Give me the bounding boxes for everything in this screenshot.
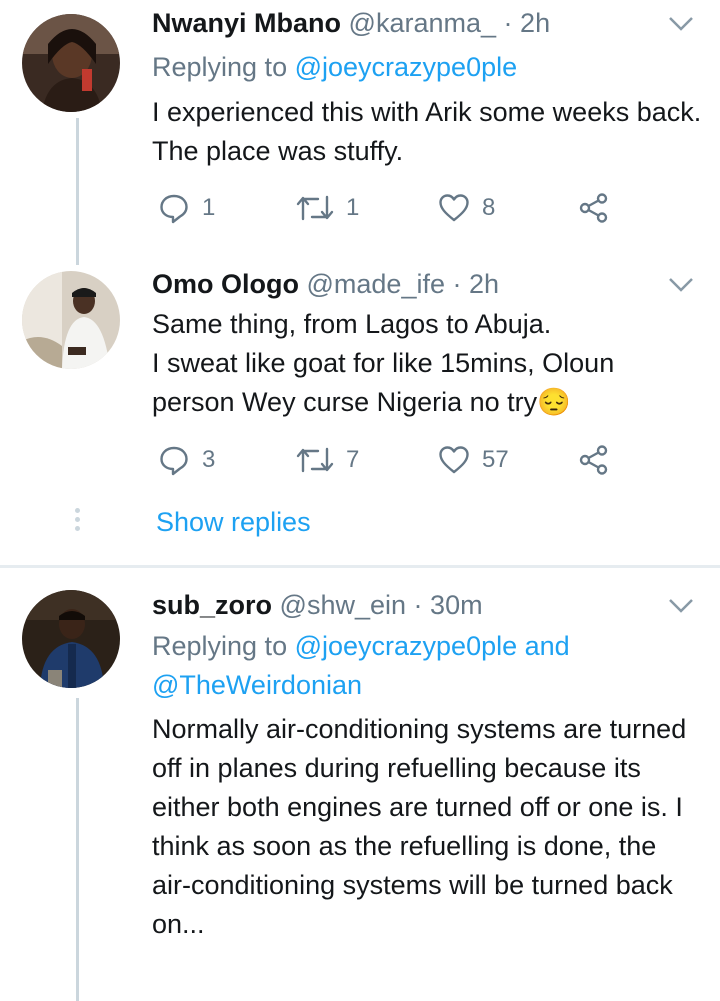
tweet-text-line: I sweat like goat for like 15mins, Oloun xyxy=(152,348,615,378)
display-name[interactable]: Omo Ologo xyxy=(152,269,299,299)
show-replies-link[interactable]: Show replies xyxy=(156,505,311,539)
separator-dot: · xyxy=(413,590,423,620)
tweet-header: Omo Ologo @made_ife · 2h xyxy=(152,267,499,301)
tweet-text: Same thing, from Lagos to Abuja. I sweat… xyxy=(152,305,712,422)
thread-line xyxy=(76,698,79,1001)
like-count: 57 xyxy=(482,446,509,473)
pensive-face-emoji: 😔 xyxy=(537,387,571,417)
share-icon xyxy=(578,192,610,224)
tweet-text-line: Same thing, from Lagos to Abuja. xyxy=(152,309,552,339)
display-name[interactable]: sub_zoro xyxy=(152,590,272,620)
tweet-actions: 3 7 57 xyxy=(152,440,672,480)
mention-link[interactable]: @TheWeirdonian xyxy=(152,670,362,700)
retweet-count: 7 xyxy=(346,446,360,473)
tweet-actions: 1 1 8 xyxy=(152,188,672,228)
timestamp[interactable]: 2h xyxy=(520,8,550,38)
retweet-icon xyxy=(296,193,334,223)
reply-icon xyxy=(158,444,190,476)
retweet-count: 1 xyxy=(346,194,360,221)
retweet-button[interactable]: 1 xyxy=(296,188,359,228)
tweet-2[interactable]: Omo Ologo @made_ife · 2h Same thing, fro… xyxy=(0,265,720,565)
tweet-header: sub_zoro @shw_ein · 30m xyxy=(152,588,483,622)
retweet-button[interactable]: 7 xyxy=(296,440,359,480)
like-count: 8 xyxy=(482,194,496,221)
tweet-text-line: person Wey curse Nigeria no try😔 xyxy=(152,383,712,422)
tweet-text-fragment: person Wey curse Nigeria no try xyxy=(152,387,538,417)
like-button[interactable]: 8 xyxy=(438,188,495,228)
tweet-text: Normally air-conditioning systems are tu… xyxy=(152,714,687,939)
user-handle[interactable]: @made_ife xyxy=(307,269,445,299)
like-button[interactable]: 57 xyxy=(438,440,509,480)
avatar[interactable] xyxy=(22,590,120,688)
share-icon xyxy=(578,444,610,476)
replying-to: Replying to @joeycrazype0ple and xyxy=(152,629,570,663)
user-handle[interactable]: @karanma_ xyxy=(349,8,496,38)
display-name[interactable]: Nwanyi Mbano xyxy=(152,8,341,38)
share-button[interactable] xyxy=(578,440,610,480)
timestamp[interactable]: 30m xyxy=(430,590,483,620)
share-button[interactable] xyxy=(578,188,610,228)
reply-count: 3 xyxy=(202,446,216,473)
replying-to-label: Replying to xyxy=(152,631,295,661)
tweet-header: Nwanyi Mbano @karanma_ · 2h xyxy=(152,6,550,40)
replying-to-line-2: @TheWeirdonian xyxy=(152,668,362,702)
like-icon xyxy=(438,193,470,223)
tweet-1[interactable]: Nwanyi Mbano @karanma_ · 2h Replying to … xyxy=(0,0,720,265)
reply-count: 1 xyxy=(202,194,216,221)
thread-continuation-dots xyxy=(74,508,82,535)
like-icon xyxy=(438,445,470,475)
thread-line xyxy=(76,118,79,265)
mention-link[interactable]: @joeycrazype0ple xyxy=(295,52,518,82)
chevron-down-icon[interactable] xyxy=(668,598,694,614)
user-handle[interactable]: @shw_ein xyxy=(280,590,406,620)
replying-to-label: Replying to xyxy=(152,52,295,82)
mention-link[interactable]: @joeycrazype0ple xyxy=(295,631,518,661)
replying-to: Replying to @joeycrazype0ple xyxy=(152,50,517,84)
timestamp[interactable]: 2h xyxy=(469,269,499,299)
avatar[interactable] xyxy=(22,271,120,369)
mention-conjunction: and xyxy=(517,631,570,661)
separator-dot: · xyxy=(452,269,462,299)
tweet-text: I experienced this with Arik some weeks … xyxy=(152,97,702,166)
chevron-down-icon[interactable] xyxy=(668,277,694,293)
reply-icon xyxy=(158,192,190,224)
separator-dot: · xyxy=(503,8,513,38)
avatar[interactable] xyxy=(22,14,120,112)
chevron-down-icon[interactable] xyxy=(668,16,694,32)
tweet-3[interactable]: sub_zoro @shw_ein · 30m Replying to @joe… xyxy=(0,568,720,1001)
reply-button[interactable]: 1 xyxy=(158,188,215,228)
reply-button[interactable]: 3 xyxy=(158,440,215,480)
retweet-icon xyxy=(296,445,334,475)
